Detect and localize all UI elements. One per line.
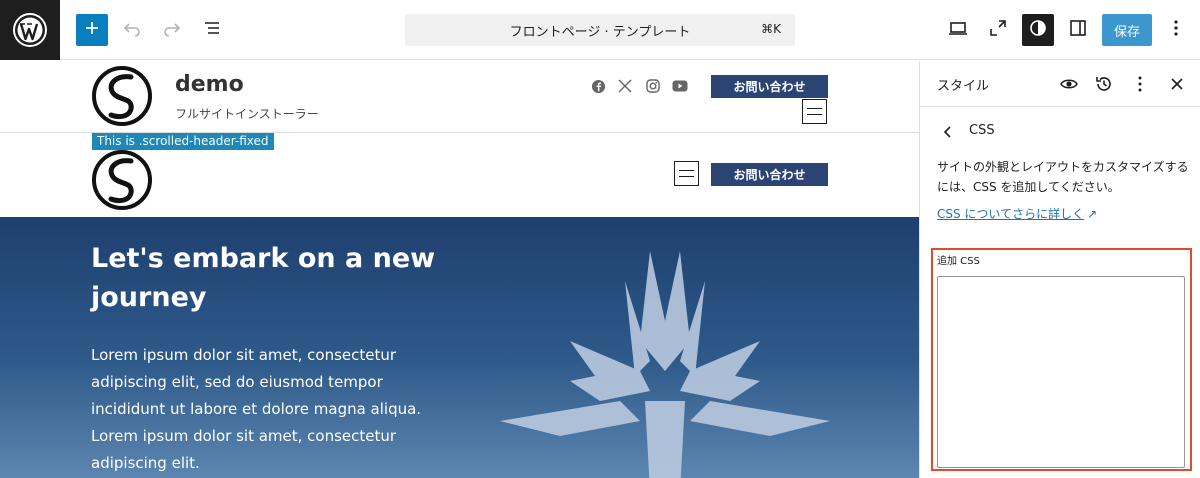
list-view-button[interactable]	[196, 14, 228, 46]
hero-paragraph[interactable]: Lorem ipsum dolor sit amet, consectetur …	[91, 342, 436, 477]
list-view-icon	[202, 18, 222, 42]
additional-css-textarea[interactable]	[937, 276, 1185, 468]
youtube-icon[interactable]	[672, 78, 688, 94]
template-title: フロントページ · テンプレート	[509, 25, 691, 40]
x-twitter-icon[interactable]	[617, 78, 633, 94]
hamburger-line	[679, 170, 694, 171]
keyboard-shortcut: ⌘K	[761, 22, 781, 36]
hero-heading[interactable]: Let's embark on a new journey	[91, 239, 471, 317]
instagram-icon[interactable]	[645, 78, 661, 94]
command-palette-bar[interactable]: フロントページ · テンプレート ⌘K	[405, 14, 795, 46]
site-title[interactable]: demo	[175, 72, 244, 97]
hero-cover[interactable]: Let's embark on a new journey Lorem ipsu…	[0, 217, 919, 478]
plus-icon	[83, 19, 101, 41]
save-button[interactable]: 保存	[1102, 14, 1152, 46]
wordpress-logo-icon[interactable]	[0, 0, 60, 60]
external-link-icon: ↗	[1087, 207, 1098, 221]
menu-toggle-button[interactable]	[674, 161, 699, 186]
styles-button[interactable]	[1022, 14, 1054, 46]
site-tagline: フルサイトインストーラー	[175, 107, 319, 121]
site-header[interactable]: demo フルサイトインストーラー お問い合わせ	[0, 61, 919, 133]
site-logo[interactable]	[91, 65, 153, 127]
revisions-icon[interactable]	[1093, 73, 1115, 95]
learn-more-css-link[interactable]: CSS についてさらに詳しく ↗	[937, 205, 1097, 222]
chevron-left-icon	[941, 124, 955, 143]
add-block-button[interactable]	[76, 14, 108, 46]
close-icon[interactable]	[1166, 73, 1188, 95]
site-logo[interactable]	[91, 149, 153, 211]
hamburger-line	[807, 114, 822, 115]
css-section-title: CSS	[969, 123, 995, 138]
contact-button[interactable]: お問い合わせ	[711, 163, 828, 186]
sidebar-title: スタイル	[937, 79, 990, 94]
back-button[interactable]	[938, 123, 958, 143]
link-text: CSS についてさらに詳しく	[937, 207, 1085, 221]
settings-sidebar-button[interactable]	[1062, 14, 1094, 46]
facebook-icon[interactable]	[590, 78, 606, 94]
contact-button[interactable]: お問い合わせ	[711, 75, 828, 98]
editor-toolbar: フロントページ · テンプレート ⌘K 保存	[0, 0, 1200, 60]
additional-css-label: 追加 CSS	[937, 256, 980, 267]
scrolled-header-label: This is .scrolled-header-fixed	[92, 133, 274, 150]
hamburger-line	[807, 108, 822, 109]
desktop-view-icon	[948, 18, 968, 42]
menu-toggle-button[interactable]	[802, 99, 827, 124]
sidebar-header: スタイル	[920, 61, 1200, 107]
more-vertical-icon[interactable]	[1129, 73, 1151, 95]
undo-button[interactable]	[116, 14, 148, 46]
styles-icon	[1028, 18, 1048, 42]
eye-icon[interactable]	[1058, 73, 1080, 95]
emblem-graphic	[500, 251, 830, 478]
more-vertical-icon	[1166, 18, 1186, 42]
preview-device-button[interactable]	[942, 14, 974, 46]
redo-icon	[162, 18, 182, 42]
css-description: サイトの外観とレイアウトをカスタマイズするには、CSS を追加してください。	[937, 160, 1189, 194]
settings-sidebar-icon	[1068, 18, 1088, 42]
expand-icon	[988, 18, 1008, 42]
styles-sidebar: スタイル CSS サイトの外観とレイアウトをカスタマイズするには、CSS を追加…	[919, 61, 1200, 478]
editor-canvas[interactable]: demo フルサイトインストーラー お問い合わせ お問い合わせ This is …	[0, 61, 919, 478]
undo-icon	[122, 18, 142, 42]
open-in-new-view-button[interactable]	[982, 14, 1014, 46]
redo-button[interactable]	[156, 14, 188, 46]
options-menu-button[interactable]	[1160, 14, 1192, 46]
hamburger-line	[679, 176, 694, 177]
